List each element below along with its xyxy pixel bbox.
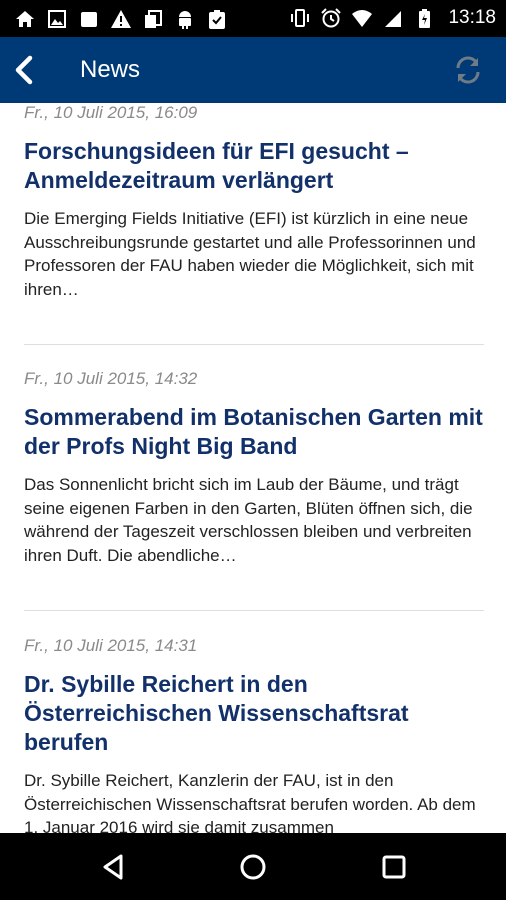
news-teaser: Das Sonnenlicht bricht sich im Laub der …: [24, 475, 473, 565]
nav-back-button[interactable]: [95, 849, 131, 885]
news-item[interactable]: Fr., 10 Juli 2015, 14:31 Dr. Sybille Rei…: [24, 636, 484, 833]
battery-charging-icon: [413, 7, 435, 29]
news-item[interactable]: Fr., 10 Juli 2015, 14:32 Sommerabend im …: [24, 369, 484, 567]
news-date: Fr., 10 Juli 2015, 16:09: [24, 103, 198, 122]
status-clock: 13:18: [448, 7, 496, 28]
news-list[interactable]: Fr., 10 Juli 2015, 16:09 Forschungsideen…: [0, 103, 506, 833]
news-date: Fr., 10 Juli 2015, 14:31: [24, 636, 198, 655]
vibrate-icon: [289, 7, 311, 29]
news-date: Fr., 10 Juli 2015, 14:32: [24, 369, 198, 388]
divider: [24, 344, 484, 345]
news-teaser: Dr. Sybille Reichert, Kanzlerin der FAU,…: [24, 771, 476, 833]
news-headline: Sommerabend im Botanischen Garten mit de…: [24, 404, 483, 459]
alarm-icon: [320, 7, 342, 29]
copy-icon: [142, 8, 164, 30]
back-button[interactable]: [4, 49, 46, 91]
nav-home-button[interactable]: [235, 849, 271, 885]
home-icon: [14, 8, 36, 30]
square-recents-icon: [382, 855, 406, 879]
news-item[interactable]: Fr., 10 Juli 2015, 16:09 Forschungsideen…: [24, 103, 484, 301]
square-icon: [78, 8, 100, 30]
status-bar: 13:18: [0, 0, 506, 37]
triangle-back-icon: [103, 854, 123, 880]
chevron-left-icon: [15, 55, 33, 85]
circle-home-icon: [240, 854, 266, 880]
refresh-button[interactable]: [450, 52, 486, 88]
page-title: News: [80, 56, 141, 83]
news-headline: Dr. Sybille Reichert in den Österreichis…: [24, 671, 409, 755]
clipboard-check-icon: [206, 8, 228, 30]
image-icon: [46, 8, 68, 30]
warning-icon: [110, 8, 132, 30]
news-headline: Forschungsideen für EFI gesucht – Anmeld…: [24, 138, 409, 193]
divider: [24, 610, 484, 611]
signal-icon: [382, 7, 404, 29]
android-icon: [174, 8, 196, 30]
nav-recents-button[interactable]: [376, 849, 412, 885]
news-teaser: Die Emerging Fields Initiative (EFI) ist…: [24, 209, 476, 299]
app-bar: News: [0, 37, 506, 103]
refresh-icon: [456, 56, 480, 84]
wifi-icon: [351, 7, 373, 29]
navigation-bar: [0, 833, 506, 900]
